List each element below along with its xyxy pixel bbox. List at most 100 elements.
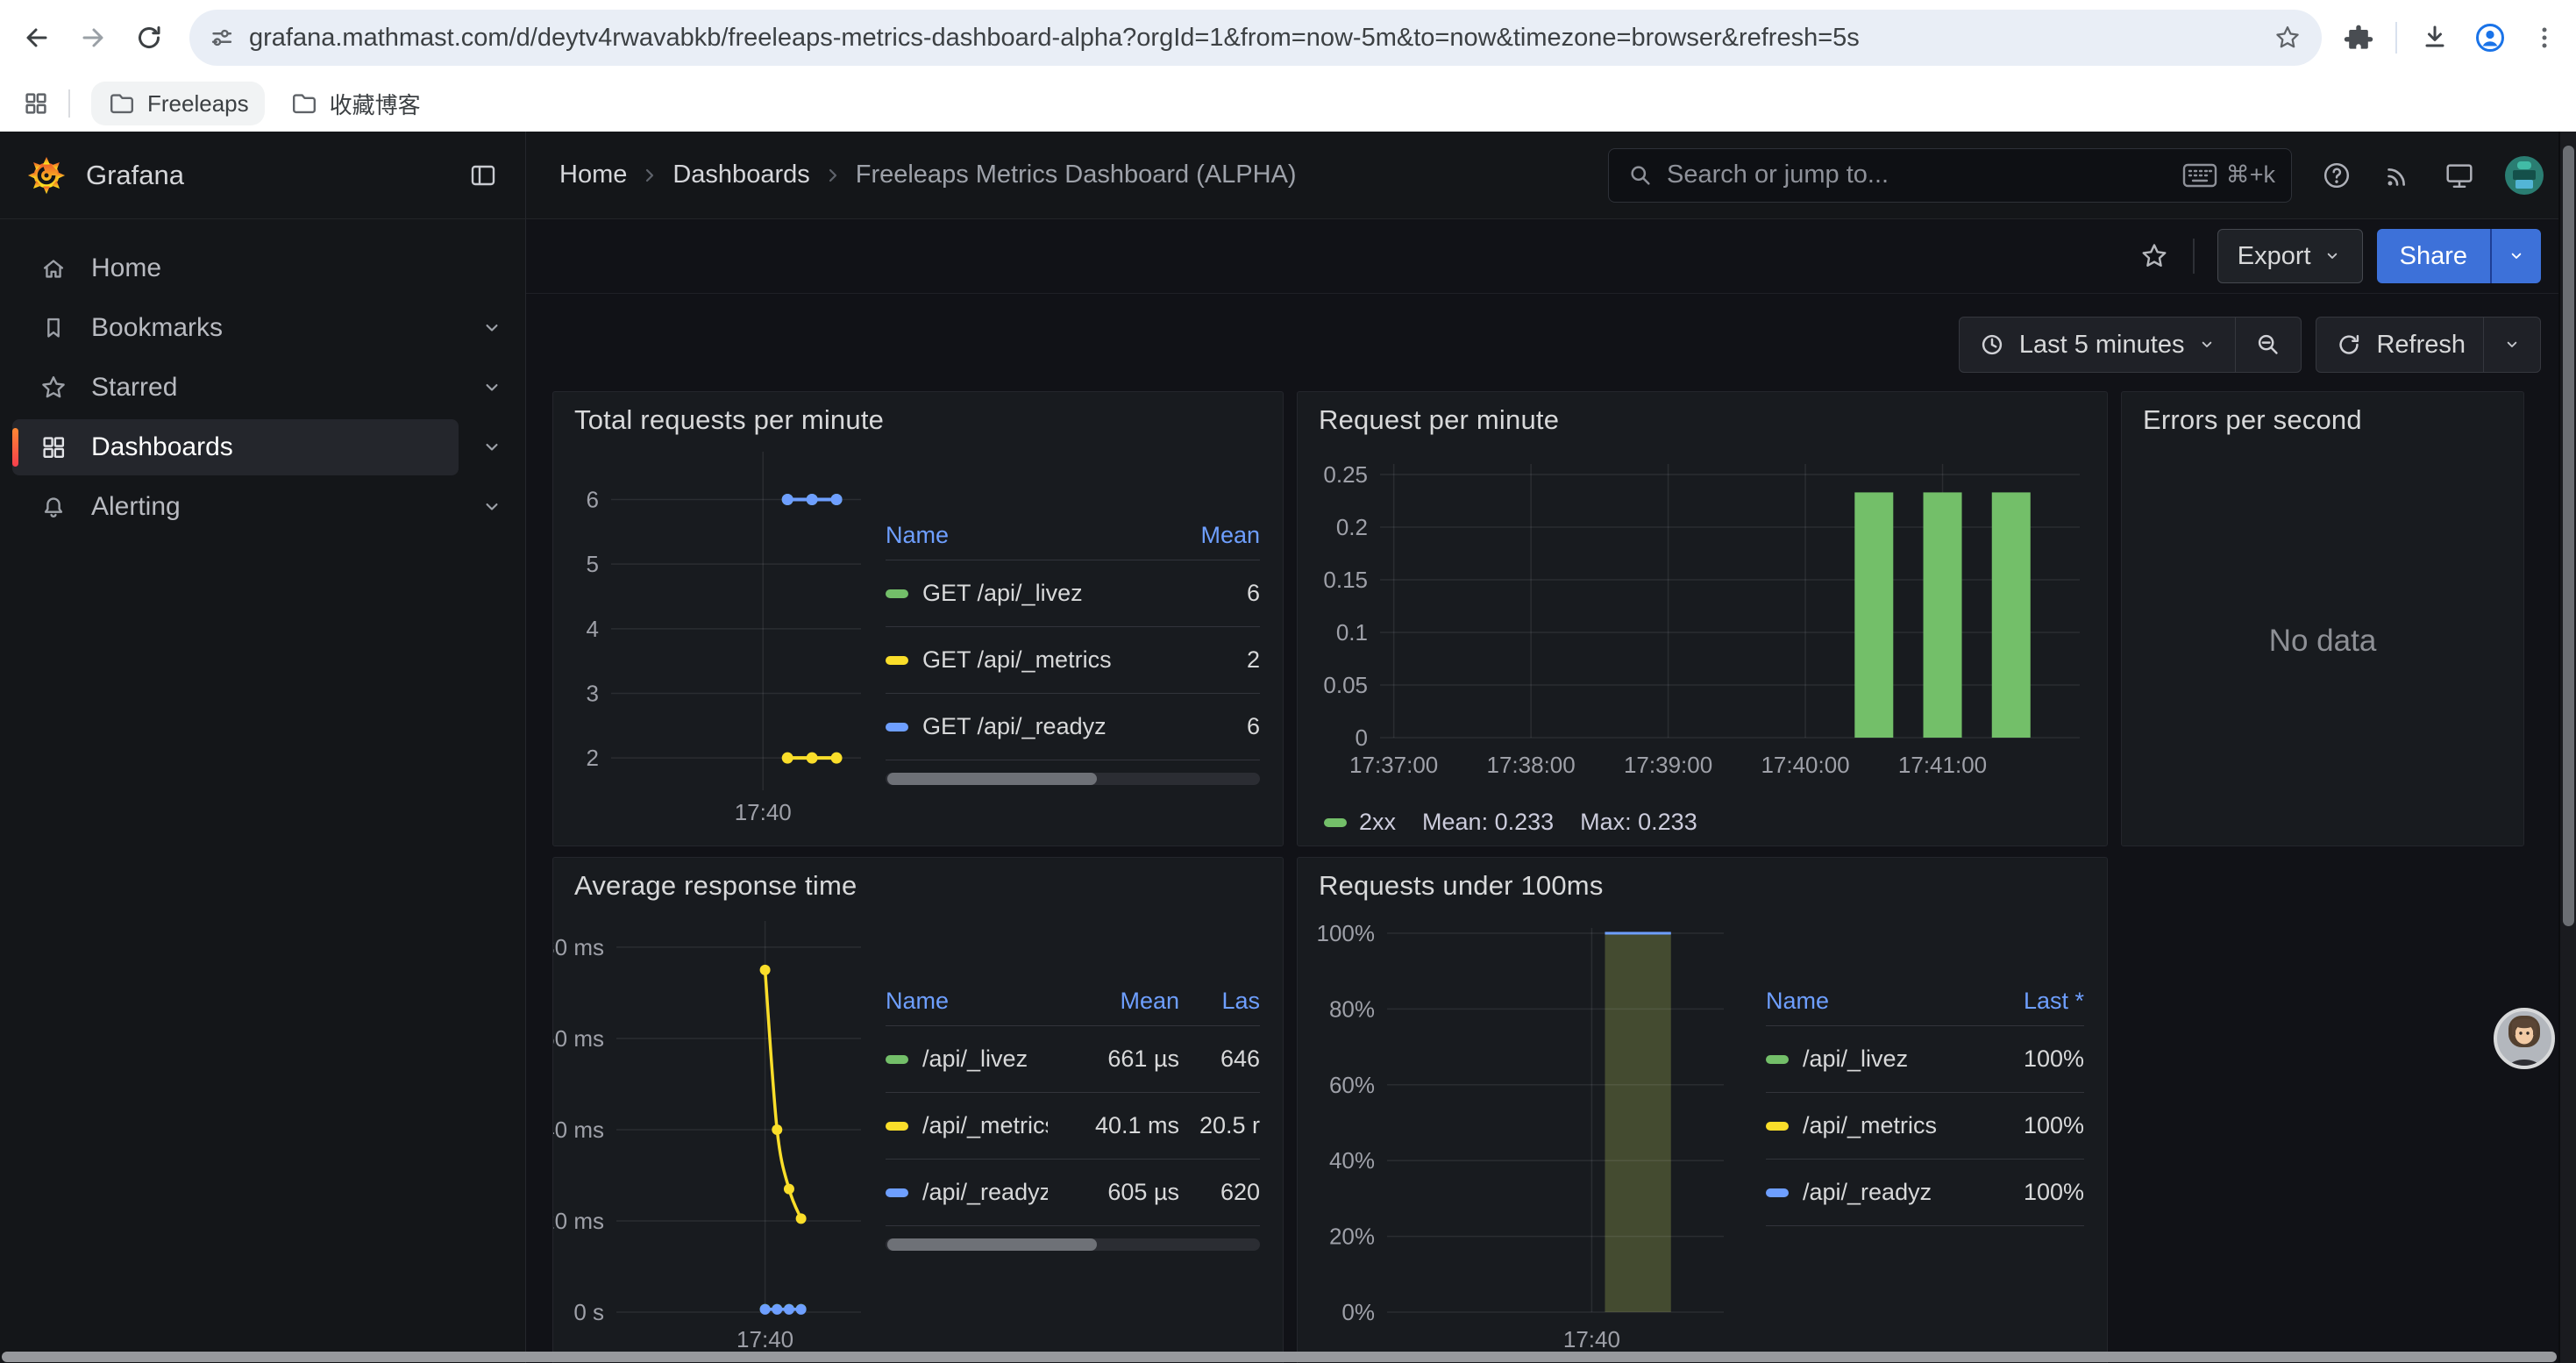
bookmark-folder-blogs[interactable]: 收藏博客 [274, 81, 437, 127]
mega-menu-toggle[interactable] [467, 160, 499, 191]
refresh-button[interactable]: Refresh [2316, 318, 2483, 372]
time-range-group: Last 5 minutes [1959, 317, 2302, 373]
time-controls-row: Last 5 minutes Refresh [526, 294, 2576, 391]
export-label: Export [2238, 242, 2311, 271]
panel-title[interactable]: Errors per second [2122, 392, 2523, 436]
svg-text:17:40: 17:40 [1563, 1326, 1620, 1352]
sidebar-item-home[interactable]: Home [0, 239, 525, 298]
legend-row[interactable]: /api/_readyz100% [1766, 1160, 2084, 1226]
chevron-down-icon [2322, 246, 2343, 267]
monitor-icon[interactable] [2443, 159, 2476, 192]
svg-text:80%: 80% [1329, 995, 1375, 1022]
share-split-button: Share [2377, 229, 2541, 283]
export-button[interactable]: Export [2217, 229, 2363, 283]
legend-scrollbar[interactable] [886, 1238, 1260, 1251]
requests-under-100ms-chart: 100%80%60%40%20%0%17:40 [1312, 916, 1750, 1363]
svg-text:20 ms: 20 ms [553, 1208, 604, 1234]
sidebar-expand-dashboards[interactable] [459, 434, 525, 460]
help-icon[interactable] [2320, 159, 2353, 192]
series-value: 6 [1179, 580, 1260, 607]
share-menu-button[interactable] [2490, 229, 2541, 283]
series-value: 6 [1179, 713, 1260, 740]
legend-scrollbar-thumb[interactable] [887, 1238, 1097, 1251]
dashboards-icon [39, 432, 68, 462]
sidebar-expand-starred[interactable] [459, 375, 525, 401]
legend-2xx[interactable]: 2xx Mean: 0.233 Max: 0.233 [1324, 809, 2086, 836]
folder-icon [289, 89, 319, 118]
svg-text:20%: 20% [1329, 1224, 1375, 1250]
vertical-scrollbar[interactable] [2558, 132, 2576, 1363]
grafana-logo-icon[interactable] [26, 155, 67, 196]
legend-row[interactable]: GET /api/_livez6 [886, 560, 1260, 627]
bookmark-folder-freeleaps[interactable]: Freeleaps [91, 82, 265, 125]
legend-row[interactable]: /api/_livez100% [1766, 1026, 2084, 1093]
browser-reload-button[interactable] [125, 13, 174, 62]
sidebar-item-dashboards[interactable]: Dashboards [0, 417, 525, 477]
sidebar-item-starred[interactable]: Starred [0, 358, 525, 417]
floating-assistant-avatar[interactable] [2493, 1007, 2556, 1070]
panel-title[interactable]: Total requests per minute [553, 392, 1283, 436]
time-range-picker[interactable]: Last 5 minutes [1960, 318, 2236, 372]
apps-grid-icon[interactable] [21, 89, 51, 118]
vertical-scrollbar-thumb[interactable] [2563, 146, 2574, 926]
svg-text:0: 0 [1356, 724, 1368, 751]
extensions-icon[interactable] [2343, 22, 2374, 54]
breadcrumb-home[interactable]: Home [559, 161, 627, 189]
svg-text:0.25: 0.25 [1323, 461, 1368, 488]
sidebar-expand-alerting[interactable] [459, 494, 525, 520]
news-rss-icon[interactable] [2381, 159, 2415, 192]
legend-row[interactable]: GET /api/_readyz6 [886, 694, 1260, 760]
svg-text:6: 6 [587, 487, 599, 513]
favorite-star-icon[interactable] [2138, 240, 2170, 272]
legend-row[interactable]: /api/_livez661 µs646 [886, 1026, 1260, 1093]
search-input[interactable] [1667, 161, 2170, 189]
actions-divider [2193, 239, 2195, 274]
request-per-minute-chart: 0.250.20.150.10.05017:37:0017:38:0017:39… [1319, 446, 2086, 802]
search-box[interactable]: ⌘+k [1608, 148, 2292, 203]
refresh-interval-button[interactable] [2483, 318, 2540, 372]
star-icon [39, 373, 68, 403]
url-bar[interactable] [189, 10, 2322, 66]
site-settings-icon[interactable] [207, 23, 237, 53]
horizontal-scrollbar-thumb[interactable] [2, 1352, 2557, 1362]
refresh-label: Refresh [2376, 331, 2466, 360]
legend-row[interactable]: /api/_metrics40.1 ms20.5 r [886, 1093, 1260, 1160]
legend-row[interactable]: /api/_metrics100% [1766, 1093, 2084, 1160]
breadcrumb-dashboards[interactable]: Dashboards [672, 161, 809, 189]
panel-title[interactable]: Requests under 100ms [1298, 858, 2107, 902]
refresh-group: Refresh [2316, 317, 2541, 373]
share-button[interactable]: Share [2377, 229, 2490, 283]
series-value: 2 [1179, 646, 1260, 674]
sidebar-item-bookmarks[interactable]: Bookmarks [0, 298, 525, 358]
brand-block: Grafana [0, 132, 526, 218]
svg-text:0.2: 0.2 [1336, 514, 1368, 540]
horizontal-scrollbar[interactable] [0, 1351, 2558, 1363]
sidebar-item-alerting[interactable]: Alerting [0, 477, 525, 537]
svg-text:17:41:00: 17:41:00 [1898, 752, 1987, 778]
browser-back-button[interactable] [12, 13, 61, 62]
legend-scrollbar-thumb[interactable] [887, 773, 1097, 785]
url-input[interactable] [249, 24, 2273, 53]
legend-row[interactable]: /api/_readyz605 µs620 [886, 1160, 1260, 1226]
panel-title[interactable]: Request per minute [1298, 392, 2107, 436]
zoom-out-button[interactable] [2235, 318, 2301, 372]
legend-row[interactable]: GET /api/_metrics2 [886, 627, 1260, 694]
bookmark-star-icon[interactable] [2273, 23, 2302, 53]
profile-avatar-icon[interactable] [2473, 20, 2508, 55]
series-color-swatch [1766, 1055, 1789, 1064]
sidebar: Home Bookmarks Starred [0, 219, 526, 1363]
panel-title[interactable]: Average response time [553, 858, 1283, 902]
download-icon[interactable] [2418, 21, 2451, 54]
browser-chrome: Freeleaps 收藏博客 [0, 0, 2576, 132]
browser-menu-icon[interactable] [2529, 22, 2560, 54]
user-avatar[interactable] [2504, 155, 2544, 196]
dashboard-actions-row: Export Share [526, 219, 2576, 294]
legend-scrollbar[interactable] [886, 773, 1260, 785]
browser-toolbar-right [2343, 20, 2560, 55]
grafana-app: Grafana Home Dashboards Freeleaps Metric… [0, 132, 2576, 1363]
browser-forward-button[interactable] [68, 13, 117, 62]
sidebar-expand-bookmarks[interactable] [459, 315, 525, 341]
svg-text:3: 3 [587, 681, 599, 707]
sidebar-item-label: Bookmarks [91, 313, 223, 343]
grafana-top-nav: Grafana Home Dashboards Freeleaps Metric… [0, 132, 2576, 219]
